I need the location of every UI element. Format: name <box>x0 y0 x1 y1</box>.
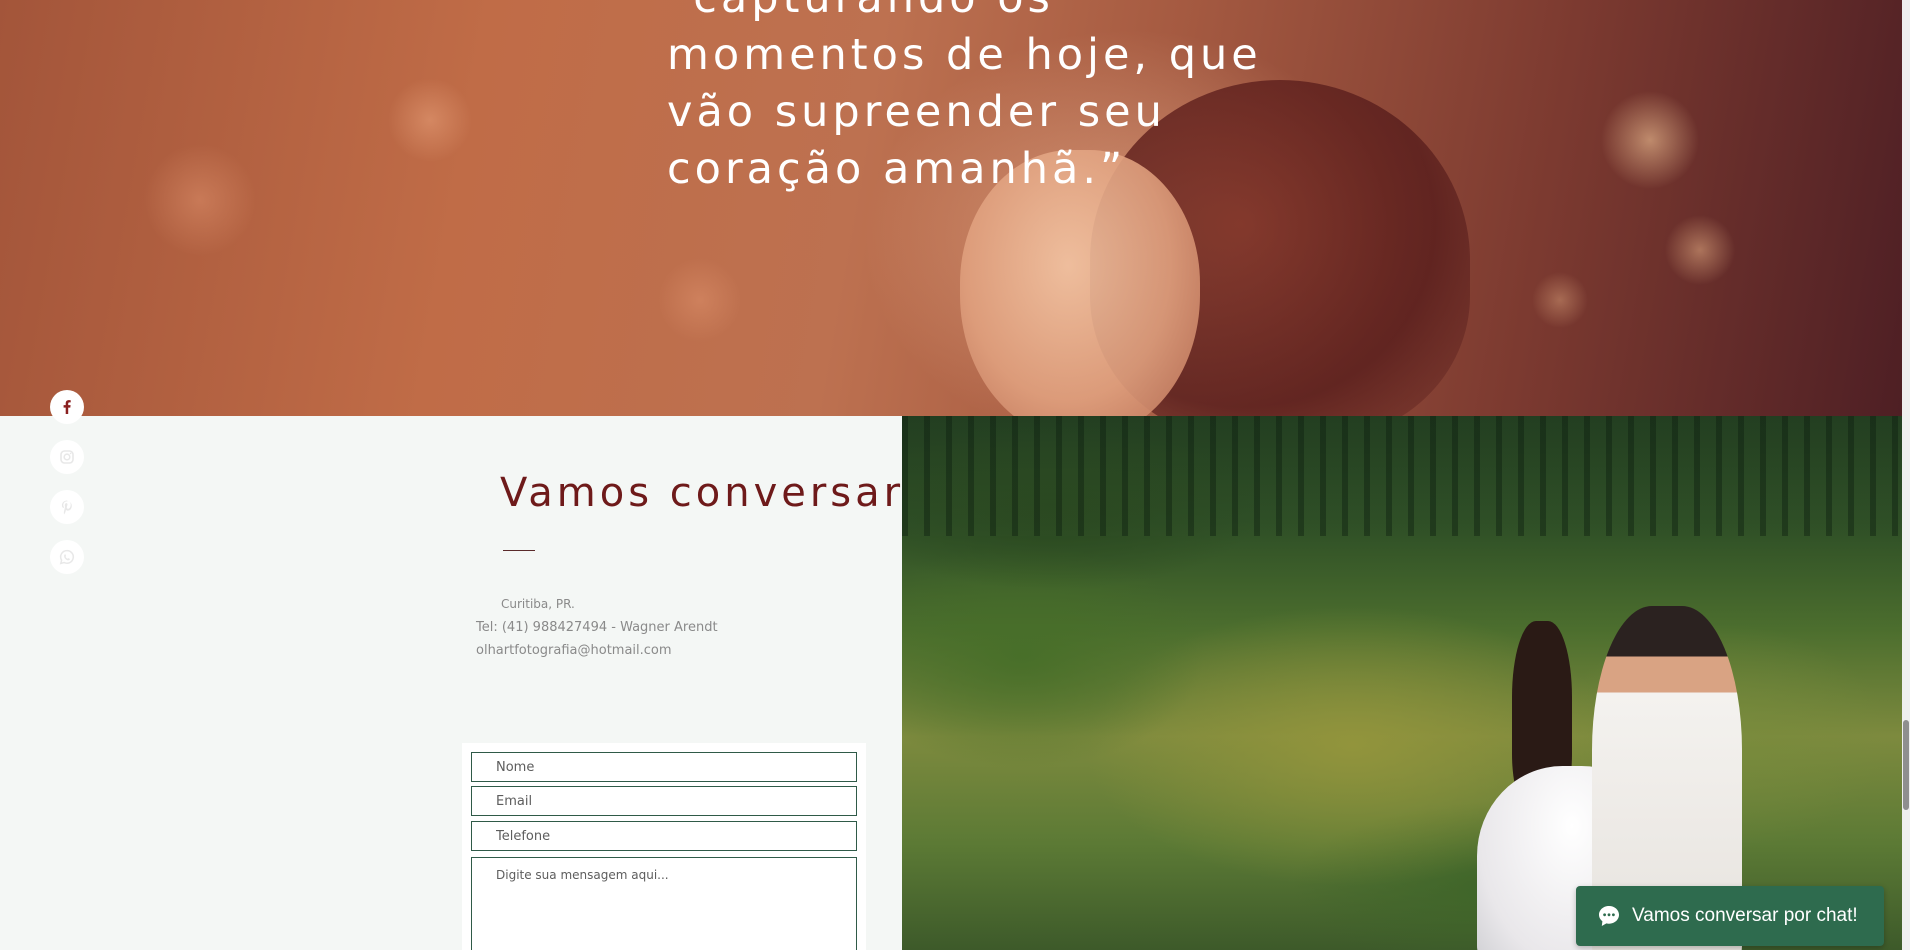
hero-quote: “capturando os momentos de hoje, que vão… <box>667 0 1317 198</box>
whatsapp-icon <box>59 549 75 565</box>
hero-quote-line: momentos de hoje, que <box>667 30 1262 80</box>
contact-info: Curitiba, PR. Tel: (41) 988427494 - Wagn… <box>476 593 718 662</box>
contact-form <box>462 743 866 950</box>
instagram-icon <box>60 450 74 464</box>
chat-button-label: Vamos conversar por chat! <box>1632 905 1858 926</box>
hero-quote-line: vão supreender seu <box>667 87 1166 137</box>
hero-banner: “capturando os momentos de hoje, que vão… <box>0 0 1902 416</box>
hero-quote-line: “capturando os <box>667 0 1317 27</box>
couple-photo <box>902 416 1902 950</box>
facebook-icon <box>63 400 71 414</box>
social-bar <box>50 390 86 590</box>
message-field[interactable] <box>471 857 857 950</box>
chat-bubble-icon <box>1599 906 1619 926</box>
name-field[interactable] <box>471 752 857 782</box>
pinterest-icon <box>61 500 72 515</box>
contact-divider <box>503 550 535 551</box>
hero-quote-line: coração amanhã.” <box>667 144 1127 194</box>
email-field[interactable] <box>471 786 857 816</box>
scrollbar-thumb[interactable] <box>1903 720 1909 810</box>
phone-field[interactable] <box>471 821 857 851</box>
page: “capturando os momentos de hoje, que vão… <box>0 0 1910 950</box>
contact-city: Curitiba, PR. <box>501 597 575 611</box>
contact-section: Vamos conversar Curitiba, PR. Tel: (41) … <box>0 416 902 950</box>
page-scrollbar[interactable] <box>1902 0 1910 950</box>
facebook-button[interactable] <box>50 390 84 424</box>
chat-button[interactable]: Vamos conversar por chat! <box>1576 886 1884 946</box>
instagram-button[interactable] <box>50 440 84 474</box>
photo-treeline <box>902 416 1902 536</box>
contact-phone: Tel: (41) 988427494 - Wagner Arendt <box>476 620 718 635</box>
whatsapp-button[interactable] <box>50 540 84 574</box>
contact-title: Vamos conversar <box>500 470 905 516</box>
contact-email-link[interactable]: olhartfotografia@hotmail.com <box>476 639 718 662</box>
pinterest-button[interactable] <box>50 490 84 524</box>
